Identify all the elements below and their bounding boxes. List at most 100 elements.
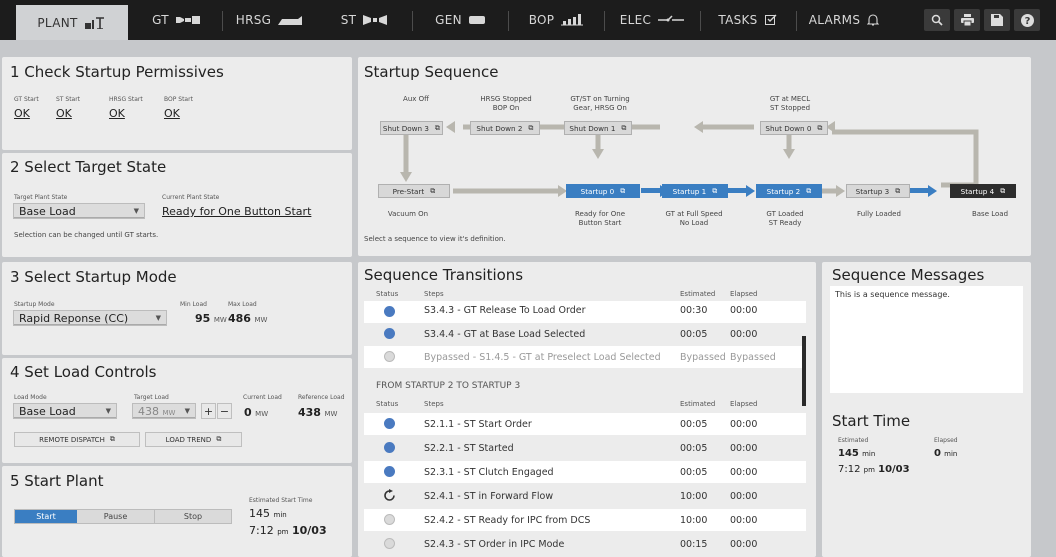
help-button[interactable]: ? <box>1014 9 1040 31</box>
start-button[interactable]: Start <box>15 510 77 523</box>
generator-icon <box>468 16 485 24</box>
pending-status-icon <box>384 514 395 525</box>
step-estimated: 10:00 <box>680 515 708 526</box>
start-plant-panel: 5 Start Plant Start Pause Stop Estimated… <box>2 466 352 557</box>
tab-hrsg[interactable]: HRSG <box>224 0 316 40</box>
sequence-note: Select a sequence to view it's definitio… <box>364 235 506 243</box>
table-row[interactable]: S2.1.1 - ST Start Order 00:05 00:00 <box>364 413 806 435</box>
table-row[interactable]: S2.2.1 - ST Started 00:05 00:00 <box>364 437 806 459</box>
table-row[interactable]: S3.4.3 - GT Release To Load Order 00:30 … <box>364 301 806 323</box>
step-elapsed: 00:00 <box>730 329 758 340</box>
bypassed-status-icon <box>384 351 395 362</box>
target-state-value: Base Load <box>19 204 76 218</box>
tab-alarms-label: ALARMS <box>808 13 861 27</box>
tab-plant-label: PLANT <box>37 15 78 30</box>
load-trend-label: LOAD TREND <box>165 435 212 444</box>
startup-4-node[interactable]: Startup 4 ⧉ <box>950 184 1016 198</box>
step-estimated: Bypassed <box>680 352 726 363</box>
shutdown-3-node[interactable]: Shut Down 3 ⧉ <box>380 121 443 135</box>
table-row[interactable]: S2.4.3 - ST Order in IPC Mode 00:15 00:0… <box>364 533 806 557</box>
in-progress-icon <box>384 489 395 501</box>
estimated-header: Estimated <box>680 290 716 298</box>
startup-1-node[interactable]: Startup 1 ⧉ <box>662 184 728 198</box>
startup-3-node[interactable]: Startup 3 ⧉ <box>846 184 910 198</box>
step-name: S2.4.3 - ST Order in IPC Mode <box>424 539 565 550</box>
steps-header: Steps <box>424 400 444 408</box>
tab-alarms[interactable]: ALARMS <box>798 0 890 40</box>
popout-icon: ⧉ <box>528 123 534 132</box>
table-row[interactable]: S2.4.2 - ST Ready for IPC from DCS 10:00… <box>364 509 806 531</box>
step-estimated: 00:05 <box>680 443 708 454</box>
load-mode-select[interactable]: Base Load ▼ <box>13 403 117 419</box>
startup-0-node[interactable]: Startup 0 ⧉ <box>566 184 640 198</box>
pre-start-node[interactable]: Pre-Start ⧉ <box>378 184 450 198</box>
estimated-header: Estimated <box>680 400 716 408</box>
print-button[interactable] <box>954 9 980 31</box>
shutdown-0-node[interactable]: Shut Down 0 ⧉ <box>760 121 828 135</box>
startup-mode-select[interactable]: Rapid Reponse (CC) ▼ <box>13 310 167 326</box>
target-load-label: Target Load <box>134 394 169 401</box>
tab-plant[interactable]: PLANT <box>16 5 128 40</box>
min-load-value: 95 MW <box>195 312 227 325</box>
tab-gen[interactable]: GEN <box>414 0 506 40</box>
startup-2-node[interactable]: Startup 2 ⧉ <box>756 184 822 198</box>
pause-button[interactable]: Pause <box>77 510 155 523</box>
tab-st-label: ST <box>340 13 357 27</box>
tab-gt[interactable]: GT <box>130 0 222 40</box>
panel-title: Sequence Transitions <box>364 266 524 284</box>
shutdown-1-caption: GT/ST on Turning Gear, HRSG On <box>570 95 630 112</box>
remote-dispatch-button[interactable]: REMOTE DISPATCH ⧉ <box>14 432 140 447</box>
scrollbar[interactable] <box>802 336 806 406</box>
table-row[interactable]: S3.4.4 - GT at Base Load Selected 00:05 … <box>364 323 806 345</box>
complete-status-icon <box>384 418 395 429</box>
electrical-icon <box>658 15 685 22</box>
current-state-value[interactable]: Ready for One Button Start <box>162 205 311 218</box>
current-load-value: 0 MW <box>244 406 269 419</box>
elapsed-value: 0 min <box>934 448 958 459</box>
search-button[interactable] <box>924 9 950 31</box>
status-header: Status <box>376 290 399 298</box>
plant-icon <box>84 16 104 29</box>
steps-header: Steps <box>424 290 444 298</box>
bop-start-label: BOP Start <box>164 96 193 103</box>
bop-start-status[interactable]: OK <box>164 107 180 120</box>
target-state-select[interactable]: Base Load ▼ <box>13 203 145 219</box>
status-header: Status <box>376 400 399 408</box>
startup-0-caption: Ready for One Button Start <box>574 210 626 227</box>
shutdown-2-node[interactable]: Shut Down 2 ⧉ <box>470 121 540 135</box>
tab-bop[interactable]: BOP <box>510 0 602 40</box>
table-row[interactable]: S2.4.1 - ST in Forward Flow 10:00 00:00 <box>364 485 806 507</box>
target-load-value: 438 MW <box>138 404 176 418</box>
panel-title: Sequence Messages <box>832 266 985 284</box>
popout-icon: ⧉ <box>1000 186 1006 195</box>
st-start-status[interactable]: OK <box>56 107 72 120</box>
estimated-start-time: 7:12 pm 10/03 <box>249 524 327 537</box>
popout-icon: ⧉ <box>712 186 718 195</box>
complete-status-icon <box>384 466 395 477</box>
load-controls-panel: 4 Set Load Controls Load Mode Target Loa… <box>2 358 352 463</box>
stop-button[interactable]: Stop <box>155 510 231 523</box>
gt-start-status[interactable]: OK <box>14 107 30 120</box>
top-nav: PLANT GT HRSG ST GEN BOP ELEC TASKS ALAR… <box>0 0 1056 40</box>
chevron-down-icon: ▼ <box>133 207 139 215</box>
panel-title: 2 Select Target State <box>10 158 167 176</box>
startup-mode-panel: 3 Select Startup Mode Startup Mode Min L… <box>2 262 352 355</box>
tab-st[interactable]: ST <box>318 0 410 40</box>
increase-load-button[interactable]: + <box>201 403 216 419</box>
bop-icon <box>561 14 584 26</box>
sequence-messages-panel: Sequence Messages This is a sequence mes… <box>822 262 1031 557</box>
load-trend-button[interactable]: LOAD TREND ⧉ <box>145 432 242 447</box>
reference-load-label: Reference Load <box>298 394 345 401</box>
start-time-title: Start Time <box>832 412 911 430</box>
tab-elec[interactable]: ELEC <box>606 0 698 40</box>
hrsg-start-status[interactable]: OK <box>109 107 125 120</box>
decrease-load-button[interactable]: − <box>217 403 232 419</box>
target-load-select[interactable]: 438 MW ▼ <box>132 403 196 419</box>
save-button[interactable] <box>984 9 1010 31</box>
popout-icon: ⧉ <box>817 123 823 132</box>
tab-tasks[interactable]: TASKS <box>702 0 794 40</box>
table-row[interactable]: Bypassed - S1.4.5 - GT at Preselect Load… <box>364 346 806 368</box>
shutdown-1-node[interactable]: Shut Down 1 ⧉ <box>564 121 632 135</box>
help-icon: ? <box>1020 13 1034 27</box>
table-row[interactable]: S2.3.1 - ST Clutch Engaged 00:05 00:00 <box>364 461 806 483</box>
